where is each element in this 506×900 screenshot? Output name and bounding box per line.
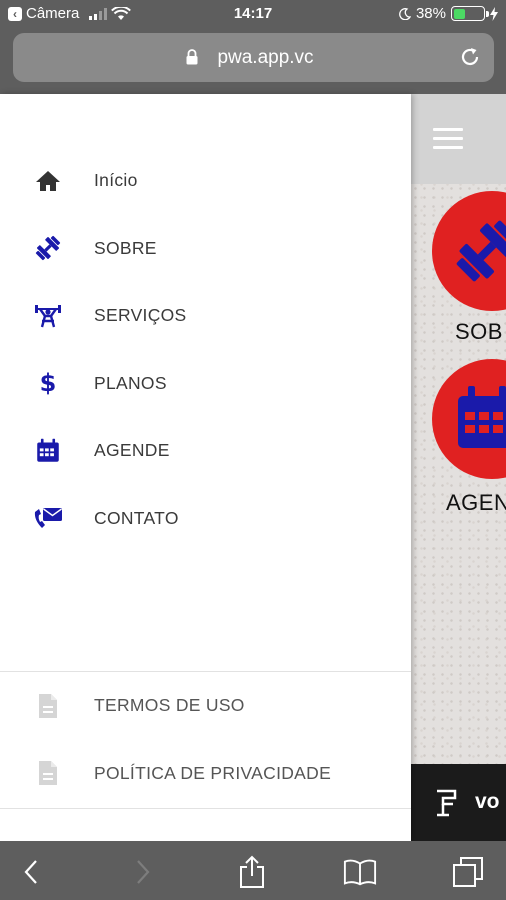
drawer-divider (0, 808, 411, 809)
menu-item-agende[interactable]: AGENDE (0, 417, 411, 485)
battery-icon (451, 6, 489, 21)
menu-item-label: CONTATO (94, 507, 179, 528)
menu-item-label: AGENDE (94, 440, 170, 461)
document-icon (33, 758, 63, 788)
bookmarks-icon[interactable] (343, 855, 377, 889)
phone-mail-icon (33, 503, 63, 533)
status-bar: ‹ Câmera 14:17 38% (0, 0, 506, 30)
menu-item-servicos[interactable]: SERVIÇOS (0, 282, 411, 350)
browser-address-area: pwa.app.vc (0, 30, 506, 94)
status-right: 38% (399, 5, 498, 22)
dumbbell-icon (456, 220, 506, 282)
reload-icon[interactable] (458, 45, 482, 69)
menu-item-label: SERVIÇOS (94, 305, 187, 326)
page-header (411, 94, 506, 184)
legal-menu: TERMOS DE USO POLÍTICA DE PRIVACIDADE (0, 672, 411, 807)
document-icon (33, 691, 63, 721)
weightlifter-icon (33, 301, 63, 331)
drawer-menu: Início SOBRE SERVIÇOS $ PLANOS AGENDE CO… (0, 147, 411, 552)
menu-item-sobre[interactable]: SOBRE (0, 215, 411, 283)
calendar-icon (458, 386, 506, 448)
charging-icon (490, 6, 498, 21)
tile-sobre-circle[interactable] (432, 191, 506, 311)
share-icon[interactable] (235, 855, 269, 889)
address-bar[interactable]: pwa.app.vc (13, 33, 494, 82)
tile-label: AGEN (446, 490, 506, 515)
menu-item-inicio[interactable]: Início (0, 147, 411, 215)
menu-item-label: POLÍTICA DE PRIVACIDADE (94, 762, 332, 783)
page-footer[interactable]: vo (411, 764, 506, 841)
menu-item-politica[interactable]: POLÍTICA DE PRIVACIDADE (0, 740, 411, 808)
forward-arrow-icon[interactable] (126, 855, 160, 889)
back-arrow-icon[interactable] (14, 855, 48, 889)
menu-item-termos[interactable]: TERMOS DE USO (0, 672, 411, 740)
background-page[interactable]: SOB AGEN vo (411, 94, 506, 841)
tile-label: SOB (455, 319, 503, 344)
menu-item-contato[interactable]: CONTATO (0, 485, 411, 553)
calendar-icon (33, 436, 63, 466)
menu-item-label: Início (94, 170, 138, 191)
battery-fill (453, 8, 465, 19)
url-text[interactable]: pwa.app.vc (13, 47, 494, 69)
browser-toolbar (0, 841, 506, 900)
footer-text: vo (475, 790, 500, 813)
tabs-icon[interactable] (451, 855, 485, 889)
moon-icon (399, 7, 411, 20)
menu-item-label: TERMOS DE USO (94, 695, 245, 716)
menu-item-label: PLANOS (94, 372, 167, 393)
tile-agende-circle[interactable] (432, 359, 506, 479)
footer-logo-icon (437, 789, 457, 817)
menu-item-planos[interactable]: $ PLANOS (0, 350, 411, 418)
navigation-drawer: Início SOBRE SERVIÇOS $ PLANOS AGENDE CO… (0, 94, 411, 841)
battery-percent: 38% (415, 5, 446, 22)
dollar-icon: $ (39, 369, 57, 398)
menu-item-label: SOBRE (94, 237, 157, 258)
home-icon (33, 166, 63, 196)
hamburger-menu-icon[interactable] (433, 128, 463, 155)
dumbbell-icon (33, 233, 63, 263)
